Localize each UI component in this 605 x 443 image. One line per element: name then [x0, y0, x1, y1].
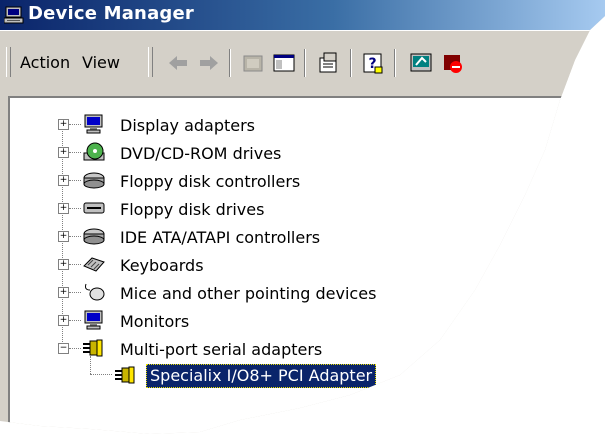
- tree-item-dvd-cd-rom-drives[interactable]: + DVD/CD-ROM drives: [58, 142, 438, 166]
- tree-child-line-h: [90, 374, 112, 375]
- floppy-drive-icon: [83, 202, 105, 214]
- tree-item-label: Floppy disk drives: [120, 200, 265, 219]
- expand-toggle[interactable]: +: [58, 315, 69, 326]
- expand-toggle[interactable]: +: [58, 259, 69, 270]
- tree-item-specialix-adapter[interactable]: Specialix I/O8+ PCI Adapter: [112, 364, 432, 388]
- tree-branch: [69, 208, 81, 209]
- help-icon[interactable]: ?: [360, 50, 386, 76]
- expand-toggle[interactable]: +: [58, 119, 69, 130]
- toolbar-separator: [229, 49, 231, 77]
- tree-item-mice-and-other-pointing-devices[interactable]: + Mice and other pointing devices: [58, 282, 438, 306]
- tree-item-multi-port-serial-adapters[interactable]: − Multi-port serial adapters: [58, 338, 438, 362]
- tree-item-floppy-disk-controllers[interactable]: + Floppy disk controllers: [58, 170, 438, 194]
- tree-item-floppy-disk-drives[interactable]: + Floppy disk drives: [58, 198, 438, 222]
- toolbar-grip[interactable]: [6, 47, 11, 77]
- expand-toggle[interactable]: +: [58, 203, 69, 214]
- back-arrow-icon[interactable]: [165, 50, 191, 76]
- mouse-icon: [85, 283, 105, 301]
- keyboard-icon: [83, 257, 105, 272]
- up-level-icon[interactable]: [240, 50, 266, 76]
- device-tree-pane[interactable]: + Display adapters + DVD/CD-ROM drives +: [8, 96, 605, 434]
- tree-branch: [69, 180, 81, 181]
- serial-adapter-icon: [83, 339, 103, 357]
- expand-toggle[interactable]: +: [58, 231, 69, 242]
- tree-item-label: Multi-port serial adapters: [120, 340, 323, 359]
- menu-view[interactable]: View: [82, 53, 120, 72]
- show-hide-tree-icon[interactable]: [271, 50, 297, 76]
- monitor-icon: [84, 114, 103, 134]
- tree-branch: [69, 124, 81, 125]
- toolbar: Action View ?: [0, 30, 605, 97]
- menu-action[interactable]: Action: [20, 53, 70, 72]
- tree-item-ide-ata-atapi-controllers[interactable]: + IDE ATA/ATAPI controllers: [58, 226, 438, 250]
- tree-branch: [69, 348, 81, 349]
- tree-branch: [69, 152, 81, 153]
- tree-item-label: Monitors: [120, 312, 190, 331]
- tree-branch: [69, 264, 81, 265]
- tree-item-label: Floppy disk controllers: [120, 172, 301, 191]
- toolbar-separator: [350, 49, 352, 77]
- tree-item-label: Keyboards: [120, 256, 204, 275]
- tree-item-label: DVD/CD-ROM drives: [120, 144, 282, 163]
- disable-device-icon[interactable]: [440, 50, 466, 76]
- tree-item-label: Display adapters: [120, 116, 256, 135]
- tree-branch: [69, 236, 81, 237]
- tree-item-label: IDE ATA/ATAPI controllers: [120, 228, 321, 247]
- tree-item-monitors[interactable]: + Monitors: [58, 310, 438, 334]
- cd-drive-icon: [83, 142, 105, 161]
- toolbar-separator: [304, 49, 306, 77]
- properties-icon[interactable]: [316, 50, 342, 76]
- selected-device-label: Specialix I/O8+ PCI Adapter: [146, 364, 377, 388]
- tree-item-keyboards[interactable]: + Keyboards: [58, 254, 438, 278]
- controller-icon: [83, 228, 105, 245]
- monitor-icon: [84, 310, 103, 330]
- toolbar-grip-2[interactable]: [148, 47, 153, 77]
- scan-hardware-icon[interactable]: [408, 50, 434, 76]
- device-manager-window: Device Manager Action View ? + Display a…: [0, 0, 605, 434]
- tree-item-display-adapters[interactable]: + Display adapters: [58, 114, 438, 138]
- tree-item-label: Mice and other pointing devices: [120, 284, 377, 303]
- forward-arrow-icon[interactable]: [196, 50, 222, 76]
- serial-adapter-icon: [115, 366, 135, 384]
- collapse-toggle[interactable]: −: [58, 343, 69, 354]
- expand-toggle[interactable]: +: [58, 175, 69, 186]
- window-title: Device Manager: [28, 3, 194, 24]
- title-bar[interactable]: Device Manager: [0, 0, 605, 30]
- tree-branch: [69, 320, 81, 321]
- expand-toggle[interactable]: +: [58, 287, 69, 298]
- toolbar-separator: [394, 49, 396, 77]
- expand-toggle[interactable]: +: [58, 147, 69, 158]
- controller-icon: [83, 172, 105, 189]
- computer-icon: [4, 6, 24, 24]
- tree-branch: [69, 292, 81, 293]
